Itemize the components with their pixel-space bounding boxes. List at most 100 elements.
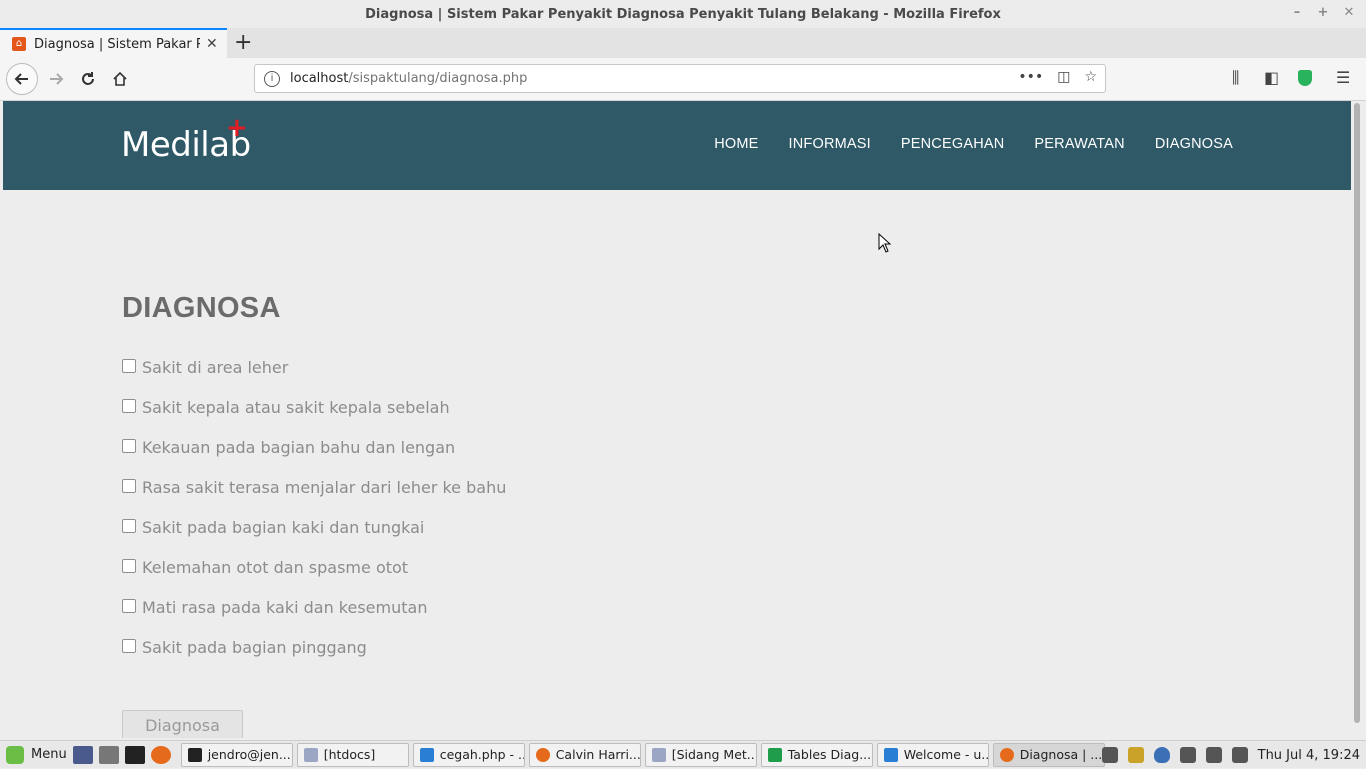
menu-item-diagnosa[interactable]: DIAGNOSA xyxy=(1155,136,1233,152)
start-menu-label: Menu xyxy=(31,747,67,762)
reload-icon xyxy=(82,72,94,85)
forward-button[interactable] xyxy=(40,63,72,95)
taskbar-item[interactable]: [htdocs] xyxy=(296,742,409,767)
update-shield-icon[interactable] xyxy=(1153,747,1170,763)
page-actions-icon[interactable]: ••• xyxy=(1018,69,1043,85)
clock[interactable]: Thu Jul 4, 19:24 xyxy=(1258,748,1360,763)
taskbar-item-label: Tables Diag... xyxy=(787,747,872,762)
menu-item-pencegahan[interactable]: PENCEGAHAN xyxy=(901,136,1005,152)
taskbar-item-label: cegah.php - ... xyxy=(439,747,525,762)
symptom-checkbox[interactable] xyxy=(122,358,136,373)
taskbar-item-label: Welcome - u... xyxy=(903,747,989,762)
arrow-left-icon xyxy=(14,73,28,85)
taskbar-item[interactable]: cegah.php - ... xyxy=(412,742,525,767)
mouse-cursor-icon xyxy=(878,233,892,253)
symptom-label: Sakit di area leher xyxy=(142,358,289,377)
show-desktop-icon[interactable] xyxy=(72,745,93,764)
sidebar-icon[interactable]: ◧ xyxy=(1264,68,1279,87)
symptom-checkbox[interactable] xyxy=(122,598,136,613)
symptom-label: Kekauan pada bagian bahu dan lengan xyxy=(142,438,456,457)
linux-mint-icon xyxy=(6,745,24,764)
maximize-icon[interactable]: + xyxy=(1314,4,1332,22)
menu-item-perawatan[interactable]: PERAWATAN xyxy=(1034,136,1124,152)
taskbar-item-label: Calvin Harri... xyxy=(555,747,641,762)
page-scrollbar[interactable] xyxy=(1351,101,1363,738)
bookmark-star-icon[interactable]: ☆ xyxy=(1084,69,1097,85)
start-menu-button[interactable]: Menu xyxy=(0,745,67,764)
library-icon[interactable]: ⫼ xyxy=(1232,68,1239,88)
quick-launch xyxy=(72,745,171,764)
symptom-checkbox[interactable] xyxy=(122,438,136,453)
diagnosa-submit-button[interactable]: Diagnosa xyxy=(122,710,243,738)
battery-icon[interactable] xyxy=(1231,747,1248,763)
minimize-icon[interactable]: – xyxy=(1288,4,1306,22)
folder-icon xyxy=(303,747,318,762)
volume-icon[interactable] xyxy=(1205,747,1222,763)
firefox-launcher-icon[interactable] xyxy=(150,745,171,764)
symptom-checkbox[interactable] xyxy=(122,638,136,653)
symptom-item[interactable]: Sakit di area leher xyxy=(122,358,288,377)
info-icon[interactable]: i xyxy=(264,70,280,87)
tab-title: Diagnosa | Sistem Pakar Penyakit Diagnos… xyxy=(34,36,200,52)
vscode-icon xyxy=(883,747,898,762)
url-path: /sispaktulang/diagnosa.php xyxy=(348,71,528,86)
home-button[interactable] xyxy=(104,63,136,95)
bluetooth-icon[interactable] xyxy=(1101,747,1118,763)
symptom-item[interactable]: Sakit pada bagian kaki dan tungkai xyxy=(122,518,424,537)
arrow-right-icon xyxy=(50,73,64,85)
symptom-label: Rasa sakit terasa menjalar dari leher ke… xyxy=(142,478,507,497)
reload-button[interactable] xyxy=(72,63,104,95)
favicon-icon: ⌂ xyxy=(12,37,26,51)
symptom-item[interactable]: Sakit pada bagian pinggang xyxy=(122,638,367,657)
new-tab-icon[interactable]: + xyxy=(234,31,252,55)
symptom-item[interactable]: Sakit kepala atau sakit kepala sebelah xyxy=(122,398,450,417)
firefox-icon xyxy=(999,747,1014,762)
scrollbar-thumb[interactable] xyxy=(1354,103,1360,723)
symptom-checkbox[interactable] xyxy=(122,558,136,573)
url-actions: ••• ◫ ☆ xyxy=(1018,69,1097,85)
back-button[interactable] xyxy=(6,63,38,95)
taskbar-item[interactable]: jendro@jen... xyxy=(180,742,293,767)
symptom-checkbox[interactable] xyxy=(122,398,136,413)
symptom-checkbox[interactable] xyxy=(122,478,136,493)
taskbar-item[interactable]: [Sidang Met... xyxy=(644,742,757,767)
network-signal-icon[interactable] xyxy=(1179,747,1196,763)
spreadsheet-icon xyxy=(767,747,782,762)
firefox-icon xyxy=(535,747,550,762)
menu-item-informasi[interactable]: INFORMASI xyxy=(789,136,871,152)
close-tab-icon[interactable]: ✕ xyxy=(206,36,218,52)
window-title: Diagnosa | Sistem Pakar Penyakit Diagnos… xyxy=(365,6,1001,22)
tab-diagnosa[interactable]: ⌂ Diagnosa | Sistem Pakar Penyakit Diagn… xyxy=(0,28,227,58)
pocket-icon[interactable]: ◫ xyxy=(1057,69,1070,85)
taskbar-item[interactable]: Calvin Harri... xyxy=(528,742,641,767)
symptom-label: Mati rasa pada kaki dan kesemutan xyxy=(142,598,428,617)
folder-icon xyxy=(651,747,666,762)
home-icon xyxy=(113,71,127,86)
terminal-icon xyxy=(187,747,202,762)
symptom-label: Kelemahan otot dan spasme otot xyxy=(142,558,409,577)
taskbar-item[interactable]: Tables Diag... xyxy=(760,742,873,767)
taskbar-item-label: [Sidang Met... xyxy=(671,747,757,762)
symptom-item[interactable]: Kekauan pada bagian bahu dan lengan xyxy=(122,438,455,457)
shield-icon xyxy=(1298,70,1312,86)
menu-item-home[interactable]: HOME xyxy=(714,136,758,152)
display-icon[interactable] xyxy=(1127,747,1144,763)
taskbar-item[interactable]: Diagnosa | ... xyxy=(992,742,1105,767)
symptom-item[interactable]: Mati rasa pada kaki dan kesemutan xyxy=(122,598,427,617)
taskbar-item-label: [htdocs] xyxy=(323,747,376,762)
close-window-icon[interactable]: ✕ xyxy=(1340,4,1358,22)
symptom-item[interactable]: Kelemahan otot dan spasme otot xyxy=(122,558,408,577)
url-host: localhost xyxy=(290,71,349,86)
symptom-item[interactable]: Rasa sakit terasa menjalar dari leher ke… xyxy=(122,478,506,497)
files-icon[interactable] xyxy=(98,745,119,764)
site-header: Medilab + HOME INFORMASI PENCEGAHAN PERA… xyxy=(3,101,1351,190)
url-bar[interactable]: i localhost/sispaktulang/diagnosa.php ••… xyxy=(254,64,1106,93)
extension-shield-button[interactable] xyxy=(1298,70,1312,86)
os-taskbar: Menu jendro@jen... [htdocs] cegah.php - … xyxy=(0,740,1366,768)
symptom-checkbox[interactable] xyxy=(122,518,136,533)
symptom-label: Sakit pada bagian pinggang xyxy=(142,638,367,657)
terminal-launcher-icon[interactable] xyxy=(124,745,145,764)
site-logo[interactable]: Medilab + xyxy=(121,113,251,165)
taskbar-item[interactable]: Welcome - u... xyxy=(876,742,989,767)
hamburger-menu-icon[interactable]: ☰ xyxy=(1336,68,1350,87)
